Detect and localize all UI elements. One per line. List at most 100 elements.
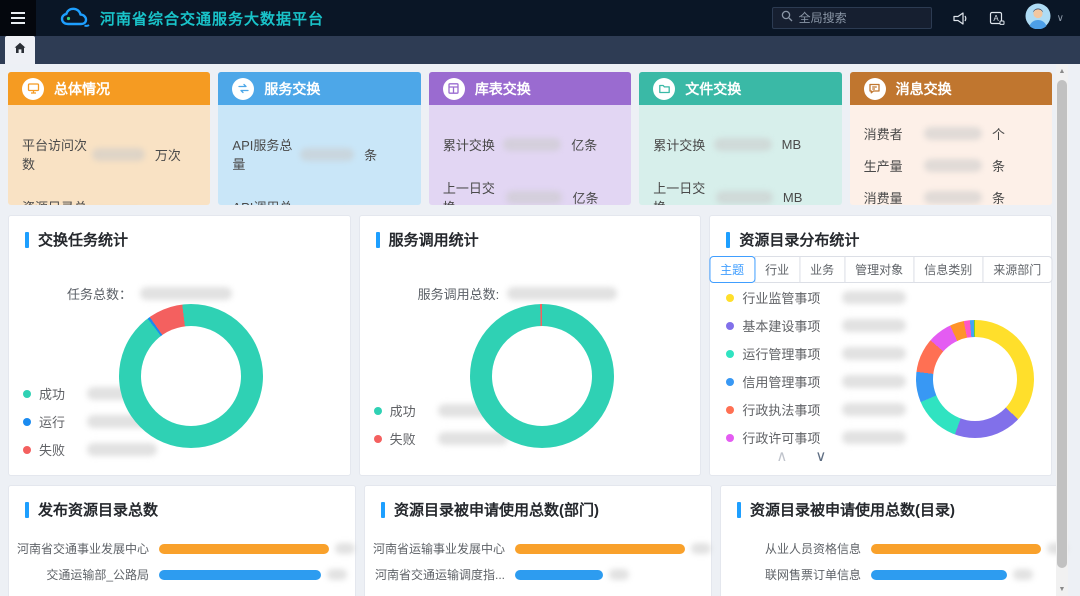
stat-row: 累计交换MB bbox=[653, 135, 827, 154]
tab-业务[interactable]: 业务 bbox=[799, 256, 845, 283]
panel-title-text: 资源目录被申请使用总数(部门) bbox=[394, 499, 599, 520]
avatar bbox=[1025, 3, 1051, 34]
legend-item[interactable]: 失败 bbox=[23, 440, 157, 459]
redacted-value bbox=[300, 148, 354, 161]
stat-card-title: 消息交换 bbox=[896, 79, 952, 99]
app-header: 河南省综合交通服务大数据平台 A ∨ bbox=[0, 0, 1080, 36]
tab-管理对象[interactable]: 管理对象 bbox=[844, 256, 914, 283]
home-icon bbox=[14, 41, 26, 59]
redacted-value bbox=[503, 138, 561, 151]
legend-dot bbox=[23, 390, 31, 398]
panel-title: 资源目录被申请使用总数(部门) bbox=[365, 486, 711, 520]
legend-label: 信用管理事项 bbox=[742, 372, 820, 391]
panel-title-text: 发布资源目录总数 bbox=[38, 499, 158, 520]
redacted-value bbox=[842, 403, 906, 416]
tab-来源部门[interactable]: 来源部门 bbox=[982, 256, 1052, 283]
legend-item[interactable]: 信用管理事项 bbox=[726, 372, 906, 391]
header-controls: A ∨ bbox=[772, 3, 1080, 34]
bar bbox=[159, 544, 329, 554]
bar-row: 从业人员资格信息 bbox=[721, 540, 1067, 557]
stat-row: 上一日交换 MB bbox=[653, 178, 827, 205]
stat-row-unit: 个 bbox=[992, 124, 1038, 143]
user-menu[interactable]: ∨ bbox=[1025, 3, 1064, 34]
panel-title-text: 服务调用统计 bbox=[389, 229, 479, 250]
scrollbar-thumb[interactable] bbox=[1057, 80, 1067, 568]
panel-catalog-distribution: 资源目录分布统计 主题行业业务管理对象信息类别来源部门 行业监管事项基本建设事项… bbox=[709, 215, 1052, 476]
legend-item[interactable]: 运行管理事项 bbox=[726, 344, 906, 363]
stat-row: 上一日交换亿条 bbox=[443, 178, 617, 205]
stat-card-body: 累计交换MB 上一日交换 MB bbox=[639, 105, 841, 205]
legend-label: 基本建设事项 bbox=[742, 316, 820, 335]
tab-主题[interactable]: 主题 bbox=[709, 256, 755, 283]
redacted-value bbox=[140, 287, 232, 300]
legend-pager: ∧ ∨ bbox=[776, 447, 826, 465]
table-icon bbox=[443, 78, 465, 100]
stat-row-unit: 亿条 bbox=[571, 135, 617, 154]
stat-card-1: 总体情况平台访问次数万次资源目录总量个 bbox=[8, 72, 210, 205]
stat-row-label: API调用总量 bbox=[232, 197, 300, 205]
redacted-value bbox=[609, 569, 629, 580]
task-donut-chart bbox=[119, 304, 263, 448]
stat-card-title: 总体情况 bbox=[54, 79, 110, 99]
stat-card-title: 库表交换 bbox=[475, 79, 531, 99]
stat-row-label: 累计交换 bbox=[443, 135, 495, 154]
stat-card-header: 文件交换 bbox=[639, 72, 841, 105]
legend-label: 行业监管事项 bbox=[742, 288, 820, 307]
bar bbox=[871, 570, 1007, 580]
pager-up-icon[interactable]: ∧ bbox=[776, 447, 787, 465]
panel-title-text: 资源目录被申请使用总数(目录) bbox=[750, 499, 955, 520]
legend-dot bbox=[726, 406, 734, 414]
search-input[interactable] bbox=[799, 11, 923, 25]
task-total-label: 任务总数： bbox=[67, 284, 132, 303]
redacted-value bbox=[507, 287, 617, 300]
title-accent-bar bbox=[25, 232, 29, 248]
legend-dot bbox=[726, 434, 734, 442]
bar-row: 河南省交通运输调度指... bbox=[365, 566, 711, 583]
page-title: 河南省综合交通服务大数据平台 bbox=[100, 8, 324, 29]
menu-toggle-button[interactable] bbox=[0, 0, 36, 36]
panel-title: 服务调用统计 bbox=[360, 216, 701, 250]
legend-item[interactable]: 行业监管事项 bbox=[726, 288, 906, 307]
redacted-value bbox=[924, 159, 982, 172]
chart-panels-row: 交换任务统计 任务总数： 成功运行失败 服务调用统计 服务调用总数: 成功失败 bbox=[8, 215, 1052, 476]
bar bbox=[515, 544, 685, 554]
scroll-up-arrow-icon[interactable]: ▲ bbox=[1056, 64, 1068, 78]
redacted-value bbox=[92, 148, 144, 161]
tab-行业[interactable]: 行业 bbox=[754, 256, 800, 283]
service-total-label: 服务调用总数: bbox=[418, 284, 500, 303]
global-search[interactable] bbox=[772, 7, 932, 29]
tab-信息类别[interactable]: 信息类别 bbox=[913, 256, 983, 283]
search-icon bbox=[781, 9, 793, 27]
legend-item[interactable]: 行政执法事项 bbox=[726, 400, 906, 419]
bar-row: 河南省交通事业发展中心 bbox=[9, 540, 355, 557]
legend-label: 成功 bbox=[390, 401, 416, 420]
legend-item[interactable]: 行政许可事项 bbox=[726, 428, 906, 447]
page-scrollbar[interactable]: ▲ ▼ bbox=[1056, 64, 1068, 596]
stat-row: 平台访问次数万次 bbox=[22, 135, 196, 173]
legend-item[interactable]: 失败 bbox=[374, 429, 508, 448]
legend-dot bbox=[726, 350, 734, 358]
stat-row-unit: MB bbox=[783, 190, 828, 205]
announcement-icon[interactable] bbox=[952, 11, 969, 26]
folder-icon bbox=[653, 78, 675, 100]
bar-panel-3: 资源目录被申请使用总数(目录)从业人员资格信息联网售票订单信息 bbox=[720, 485, 1068, 596]
scroll-down-arrow-icon[interactable]: ▼ bbox=[1056, 582, 1068, 596]
panel-title: 资源目录被申请使用总数(目录) bbox=[721, 486, 1067, 520]
stat-row-label: 上一日交换 bbox=[443, 178, 506, 205]
stat-card-body: 平台访问次数万次资源目录总量个 bbox=[8, 105, 210, 205]
tab-home[interactable] bbox=[5, 36, 35, 64]
title-accent-bar bbox=[737, 502, 741, 518]
legend-item[interactable]: 基本建设事项 bbox=[726, 316, 906, 335]
legend-dot bbox=[374, 407, 382, 415]
redacted-value bbox=[335, 543, 355, 554]
legend-dot bbox=[726, 322, 734, 330]
pager-down-icon[interactable]: ∨ bbox=[815, 447, 826, 465]
stat-row-label: 上一日交换 bbox=[653, 178, 716, 205]
legend-label: 失败 bbox=[39, 440, 65, 459]
translate-icon[interactable]: A bbox=[989, 11, 1005, 26]
stat-row: API调用总量百万次 bbox=[232, 197, 406, 205]
redacted-value bbox=[716, 191, 772, 204]
stat-row-unit: 条 bbox=[992, 188, 1038, 205]
stat-row: 生产量条 bbox=[864, 156, 1038, 175]
legend-label: 运行 bbox=[39, 412, 65, 431]
